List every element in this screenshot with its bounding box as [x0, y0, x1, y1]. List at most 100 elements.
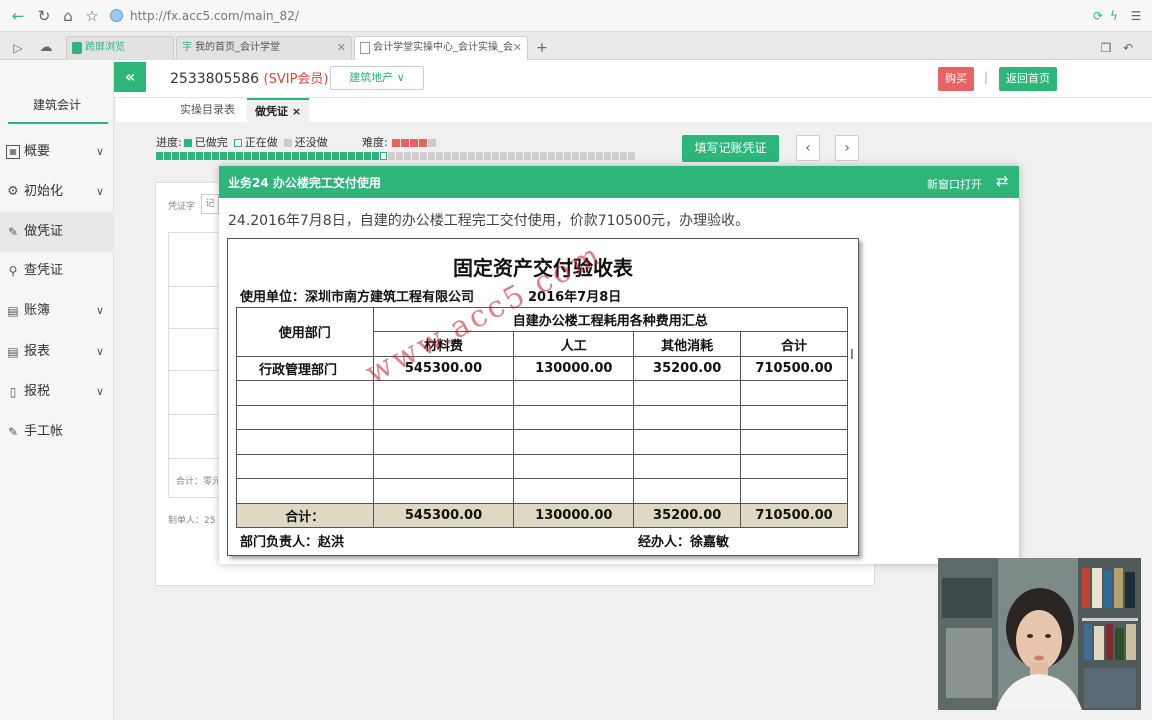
progress-cell[interactable] — [204, 152, 211, 160]
close-icon[interactable]: ✕ — [513, 37, 522, 59]
browser-tab-active[interactable]: 会计学堂实操中心_会计实操_会 ✕ — [354, 36, 528, 60]
difficulty-star-icon — [410, 139, 419, 147]
progress-cell[interactable] — [452, 152, 459, 160]
fill-voucher-button[interactable]: 填写记账凭证 — [682, 135, 779, 162]
progress-cell[interactable] — [588, 152, 595, 160]
next-button[interactable]: › — [835, 135, 859, 161]
collapse-sidebar-button[interactable]: « — [114, 62, 146, 92]
cloud-icon[interactable]: ☁ — [36, 38, 56, 58]
menu-icon[interactable]: ☰ — [1126, 6, 1146, 26]
close-icon[interactable]: × — [292, 105, 301, 118]
progress-cell[interactable] — [604, 152, 611, 160]
industry-dropdown[interactable]: 建筑地产 ∨ — [330, 66, 424, 90]
progress-cell[interactable] — [548, 152, 555, 160]
progress-cell[interactable] — [172, 152, 179, 160]
progress-cell[interactable] — [244, 152, 251, 160]
back-icon[interactable]: ← — [8, 6, 28, 26]
progress-cell[interactable] — [580, 152, 587, 160]
progress-cell[interactable] — [236, 152, 243, 160]
progress-cell[interactable] — [180, 152, 187, 160]
progress-cell[interactable] — [164, 152, 171, 160]
progress-cell[interactable] — [268, 152, 275, 160]
swap-icon[interactable]: ⇄ — [996, 172, 1009, 190]
progress-cell[interactable] — [276, 152, 283, 160]
progress-cell[interactable] — [572, 152, 579, 160]
progress-cell[interactable] — [388, 152, 395, 160]
sidebar-item-tax[interactable]: ▯ 报税 ∨ — [0, 372, 114, 412]
progress-cell[interactable] — [292, 152, 299, 160]
progress-cell[interactable] — [428, 152, 435, 160]
home-icon[interactable]: ⌂ — [58, 6, 78, 26]
progress-cell[interactable] — [308, 152, 315, 160]
progress-cell[interactable] — [556, 152, 563, 160]
progress-cell[interactable] — [476, 152, 483, 160]
undo-icon[interactable]: ↶ — [1118, 38, 1138, 58]
progress-cell[interactable] — [212, 152, 219, 160]
sidebar-item-ledger[interactable]: ▤ 账簿 ∨ — [0, 291, 114, 331]
progress-cell[interactable] — [316, 152, 323, 160]
progress-cell[interactable] — [228, 152, 235, 160]
browser-tab[interactable]: 跨屏浏览 — [66, 36, 174, 60]
progress-cell[interactable] — [260, 152, 267, 160]
new-tab-icon[interactable]: + — [532, 38, 552, 58]
progress-cell[interactable] — [468, 152, 475, 160]
progress-cell[interactable] — [196, 152, 203, 160]
buy-button[interactable]: 购买 — [938, 67, 974, 91]
prev-button[interactable]: ‹ — [796, 135, 820, 161]
progress-cell[interactable] — [380, 152, 387, 160]
browser-tab[interactable]: 字 我的首页_会计学堂 ✕ — [176, 36, 352, 60]
progress-cell[interactable] — [300, 152, 307, 160]
url-field[interactable]: http://fx.acc5.com/main_82/ — [108, 6, 1088, 26]
open-new-window-link[interactable]: 新窗口打开 — [927, 176, 982, 192]
progress-cell[interactable] — [628, 152, 635, 160]
tab-make-voucher[interactable]: 做凭证 × — [247, 98, 310, 122]
progress-cell[interactable] — [500, 152, 507, 160]
sidebar-item-report[interactable]: ▤ 报表 ∨ — [0, 332, 114, 372]
voucher-word-select[interactable]: 记 — [201, 194, 219, 214]
progress-cell[interactable] — [252, 152, 259, 160]
progress-cell[interactable] — [348, 152, 355, 160]
progress-cell[interactable] — [372, 152, 379, 160]
progress-cell[interactable] — [436, 152, 443, 160]
sidebar-item-manual-ledger[interactable]: ✎ 手工帐 — [0, 412, 114, 452]
progress-cell[interactable] — [620, 152, 627, 160]
progress-cell[interactable] — [412, 152, 419, 160]
tab-practice-catalog[interactable]: 实操目录表 — [180, 98, 235, 122]
sidebar-item-make-voucher[interactable]: ✎ 做凭证 — [0, 212, 114, 252]
progress-cell[interactable] — [564, 152, 571, 160]
progress-cell[interactable] — [188, 152, 195, 160]
progress-cell[interactable] — [540, 152, 547, 160]
progress-cell[interactable] — [492, 152, 499, 160]
progress-cell[interactable] — [156, 152, 163, 160]
progress-cell[interactable] — [364, 152, 371, 160]
progress-cell[interactable] — [516, 152, 523, 160]
sidebar-item-overview[interactable]: ▦ 概要 ∨ — [0, 132, 114, 172]
progress-cell[interactable] — [460, 152, 467, 160]
home-button[interactable]: 返回首页 — [999, 67, 1057, 91]
progress-cell[interactable] — [484, 152, 491, 160]
star-icon[interactable]: ☆ — [82, 6, 102, 26]
progress-cell[interactable] — [596, 152, 603, 160]
sidebar-toggle-icon[interactable]: ▷ — [8, 38, 28, 58]
progress-cell[interactable] — [220, 152, 227, 160]
progress-cell[interactable] — [524, 152, 531, 160]
progress-cell[interactable] — [404, 152, 411, 160]
window-icon[interactable]: ❐ — [1096, 38, 1116, 58]
progress-cell[interactable] — [340, 152, 347, 160]
progress-cell[interactable] — [508, 152, 515, 160]
sidebar-item-init[interactable]: ⚙ 初始化 ∨ — [0, 172, 114, 212]
progress-cell[interactable] — [324, 152, 331, 160]
progress-cell[interactable] — [444, 152, 451, 160]
close-icon[interactable]: ✕ — [337, 37, 346, 59]
progress-cell[interactable] — [332, 152, 339, 160]
progress-cell[interactable] — [612, 152, 619, 160]
refresh-icon[interactable]: ↻ — [34, 6, 54, 26]
progress-cell[interactable] — [396, 152, 403, 160]
sidebar-item-query-voucher[interactable]: ⚲ 查凭证 — [0, 251, 114, 291]
progress-cell[interactable] — [356, 152, 363, 160]
header-total: 合计 — [740, 331, 848, 357]
progress-cell[interactable] — [284, 152, 291, 160]
progress-cell[interactable] — [532, 152, 539, 160]
progress-cell[interactable] — [420, 152, 427, 160]
lightning-icon[interactable]: ϟ — [1104, 6, 1124, 26]
